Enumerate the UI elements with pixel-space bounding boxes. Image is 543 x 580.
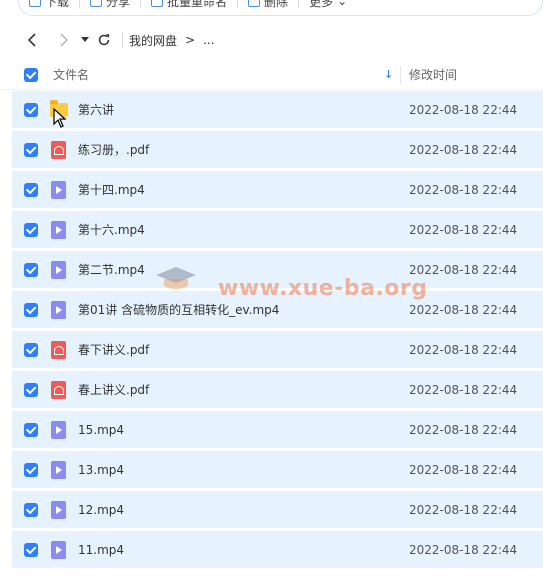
breadcrumb-separator: > xyxy=(185,33,196,47)
column-time-header[interactable]: 修改时间 xyxy=(409,66,457,83)
file-time: 2022-08-18 22:44 xyxy=(409,502,518,517)
file-time: 2022-08-18 22:44 xyxy=(409,382,518,397)
file-name[interactable]: 春上讲义.pdf xyxy=(78,381,149,398)
row-checkbox[interactable] xyxy=(24,503,38,517)
toolbar: 下载 分享 批量重命名 删除 更多 ⌄ xyxy=(18,0,543,16)
file-time: 2022-08-18 22:44 xyxy=(409,302,518,317)
row-checkbox[interactable] xyxy=(24,423,38,437)
mouse-cursor-icon xyxy=(53,108,67,128)
column-divider xyxy=(400,66,401,84)
file-row[interactable]: 11.mp4 2022-08-18 22:44 xyxy=(0,530,543,570)
video-icon xyxy=(50,221,68,239)
row-checkbox[interactable] xyxy=(24,183,38,197)
video-icon xyxy=(50,181,68,199)
file-time: 2022-08-18 22:44 xyxy=(409,542,518,557)
row-checkbox[interactable] xyxy=(24,143,38,157)
file-manager: 下载 分享 批量重命名 删除 更多 ⌄ 我的网盘 > ... 文件名 ↓ 修改时… xyxy=(0,0,543,580)
chevron-left-icon xyxy=(27,33,36,47)
share-label: 分享 xyxy=(106,0,131,9)
video-icon xyxy=(50,301,68,319)
nav-divider xyxy=(122,32,123,48)
history-dropdown[interactable] xyxy=(78,28,92,52)
row-checkbox[interactable] xyxy=(24,103,38,117)
row-checkbox[interactable] xyxy=(24,343,38,357)
file-name[interactable]: 15.mp4 xyxy=(78,423,124,437)
file-list-header: 文件名 ↓ 修改时间 xyxy=(0,60,543,90)
file-time: 2022-08-18 22:44 xyxy=(409,102,518,117)
row-checkbox[interactable] xyxy=(24,223,38,237)
row-checkbox[interactable] xyxy=(24,383,38,397)
file-row[interactable]: 12.mp4 2022-08-18 22:44 xyxy=(0,490,543,530)
select-all-checkbox[interactable] xyxy=(24,68,38,82)
file-name[interactable]: 第十六.mp4 xyxy=(78,221,145,238)
file-row[interactable]: 春上讲义.pdf 2022-08-18 22:44 xyxy=(0,370,543,410)
batch-rename-label: 批量重命名 xyxy=(167,0,228,9)
video-icon xyxy=(50,421,68,439)
more-icon: ⌄ xyxy=(337,0,348,8)
file-name[interactable]: 练习册，.pdf xyxy=(78,141,149,158)
file-time: 2022-08-18 22:44 xyxy=(409,462,518,477)
delete-label: 删除 xyxy=(264,0,289,9)
file-name[interactable]: 12.mp4 xyxy=(78,503,124,517)
watermark-text: www.xue-ba.org xyxy=(218,276,428,301)
file-row[interactable]: 练习册，.pdf 2022-08-18 22:44 xyxy=(0,130,543,170)
file-name[interactable]: 11.mp4 xyxy=(78,543,124,557)
refresh-icon xyxy=(98,34,110,46)
sort-arrow-icon[interactable]: ↓ xyxy=(384,68,393,81)
download-button[interactable]: 下载 xyxy=(19,0,79,15)
more-label: 更多 xyxy=(309,0,334,9)
download-icon xyxy=(29,0,41,7)
pdf-icon xyxy=(50,141,68,159)
rename-icon xyxy=(151,0,164,7)
breadcrumb-root[interactable]: 我的网盘 xyxy=(129,32,177,49)
download-label: 下载 xyxy=(45,0,70,9)
file-name[interactable]: 春下讲义.pdf xyxy=(78,341,149,358)
file-list: 第六讲 2022-08-18 22:44 练习册，.pdf 2022-08-18… xyxy=(0,90,543,570)
file-time: 2022-08-18 22:44 xyxy=(409,262,518,277)
file-name[interactable]: 第十四.mp4 xyxy=(78,181,145,198)
file-row[interactable]: 13.mp4 2022-08-18 22:44 xyxy=(0,450,543,490)
video-icon xyxy=(50,461,68,479)
caret-down-icon xyxy=(81,37,89,42)
delete-icon xyxy=(248,0,261,7)
share-icon xyxy=(90,0,103,7)
chevron-right-icon xyxy=(60,33,69,47)
video-icon xyxy=(50,541,68,559)
pdf-icon xyxy=(50,381,68,399)
back-button[interactable] xyxy=(20,28,44,52)
file-name[interactable]: 第二节.mp4 xyxy=(78,261,145,278)
file-name[interactable]: 13.mp4 xyxy=(78,463,124,477)
file-row[interactable]: 第六讲 2022-08-18 22:44 xyxy=(0,90,543,130)
file-row[interactable]: 春下讲义.pdf 2022-08-18 22:44 xyxy=(0,330,543,370)
row-checkbox[interactable] xyxy=(24,543,38,557)
file-name[interactable]: 第六讲 xyxy=(78,101,114,118)
file-time: 2022-08-18 22:44 xyxy=(409,422,518,437)
batch-rename-button[interactable]: 批量重命名 xyxy=(141,0,237,15)
video-icon xyxy=(50,261,68,279)
video-icon xyxy=(50,501,68,519)
file-time: 2022-08-18 22:44 xyxy=(409,182,518,197)
row-checkbox[interactable] xyxy=(24,463,38,477)
file-row[interactable]: 第十四.mp4 2022-08-18 22:44 xyxy=(0,170,543,210)
file-name[interactable]: 第01讲 含硫物质的互相转化_ev.mp4 xyxy=(78,301,279,318)
pdf-icon xyxy=(50,341,68,359)
breadcrumb-ellipsis[interactable]: ... xyxy=(203,33,214,47)
row-checkbox[interactable] xyxy=(24,263,38,277)
forward-button[interactable] xyxy=(52,28,76,52)
refresh-button[interactable] xyxy=(92,28,116,52)
row-checkbox[interactable] xyxy=(24,303,38,317)
delete-button[interactable]: 删除 xyxy=(238,0,298,15)
file-time: 2022-08-18 22:44 xyxy=(409,142,518,157)
column-name-header[interactable]: 文件名 xyxy=(53,66,89,83)
graduation-cap-icon xyxy=(156,267,196,289)
more-button[interactable]: 更多 ⌄ xyxy=(299,0,357,15)
file-time: 2022-08-18 22:44 xyxy=(409,342,518,357)
share-button[interactable]: 分享 xyxy=(80,0,140,15)
navigation-bar: 我的网盘 > ... xyxy=(0,22,543,58)
file-row[interactable]: 第十六.mp4 2022-08-18 22:44 xyxy=(0,210,543,250)
file-time: 2022-08-18 22:44 xyxy=(409,222,518,237)
file-row[interactable]: 15.mp4 2022-08-18 22:44 xyxy=(0,410,543,450)
